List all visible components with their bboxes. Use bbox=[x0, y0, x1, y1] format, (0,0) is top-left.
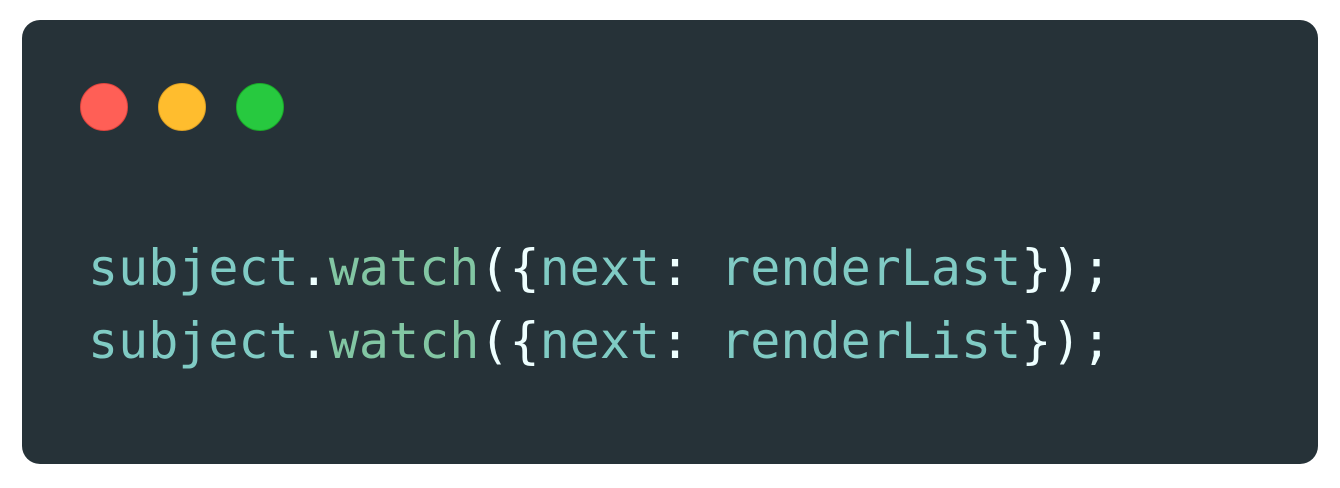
code-colon: : bbox=[659, 239, 721, 297]
code-key: next bbox=[539, 239, 660, 297]
code-line: subject.watch({next: renderLast}); bbox=[88, 232, 1112, 305]
code-brace-open: { bbox=[509, 239, 540, 297]
code-dot: . bbox=[298, 239, 329, 297]
code-object: subject bbox=[88, 312, 299, 370]
code-method: watch bbox=[328, 239, 480, 297]
code-object: subject bbox=[88, 239, 299, 297]
close-button[interactable] bbox=[80, 83, 128, 131]
code-block: subject.watch({next: renderLast}); subjec… bbox=[88, 232, 1112, 378]
code-paren-open: ( bbox=[479, 312, 510, 370]
code-key: next bbox=[539, 312, 660, 370]
maximize-button[interactable] bbox=[236, 83, 284, 131]
code-paren-open: ( bbox=[479, 239, 510, 297]
code-paren-close: ); bbox=[1051, 312, 1112, 370]
code-paren-close: ); bbox=[1051, 239, 1112, 297]
code-value: renderList bbox=[720, 312, 1022, 370]
window-controls bbox=[80, 83, 284, 131]
code-window: subject.watch({next: renderLast}); subjec… bbox=[22, 20, 1318, 464]
code-value: renderLast bbox=[720, 239, 1022, 297]
code-dot: . bbox=[298, 312, 329, 370]
code-brace-open: { bbox=[509, 312, 540, 370]
minimize-button[interactable] bbox=[158, 83, 206, 131]
code-brace-close: } bbox=[1021, 312, 1052, 370]
code-method: watch bbox=[328, 312, 480, 370]
code-colon: : bbox=[659, 312, 721, 370]
code-line: subject.watch({next: renderList}); bbox=[88, 305, 1112, 378]
code-brace-close: } bbox=[1021, 239, 1052, 297]
